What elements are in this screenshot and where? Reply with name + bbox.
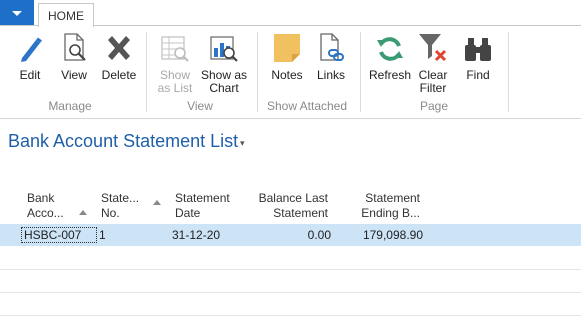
refresh-label: Refresh bbox=[368, 68, 412, 82]
column-header-statement-ending-balance[interactable]: Statement Ending B... bbox=[340, 191, 420, 221]
title-dropdown-icon[interactable]: ▾ bbox=[240, 138, 245, 149]
cell-statement-ending-balance[interactable]: 179,098.90 bbox=[340, 228, 423, 242]
ribbon-separator bbox=[360, 32, 361, 112]
links-button[interactable]: Links bbox=[313, 32, 349, 82]
page-title[interactable]: Bank Account Statement List bbox=[8, 131, 238, 152]
notes-button[interactable]: Notes bbox=[268, 32, 306, 82]
edit-button[interactable]: Edit bbox=[12, 32, 48, 82]
column-header-statement-date[interactable]: Statement Date bbox=[175, 191, 230, 221]
sort-ascending-icon bbox=[79, 210, 87, 215]
clear-filter-button[interactable]: Clear Filter bbox=[414, 32, 452, 95]
ribbon-separator bbox=[257, 32, 258, 112]
show-as-chart-button[interactable]: Show as Chart bbox=[200, 32, 248, 95]
ribbon: Edit View Delete Manage Show as List Sho… bbox=[0, 25, 581, 119]
group-label-show-attached: Show Attached bbox=[266, 99, 348, 113]
delete-button[interactable]: Delete bbox=[99, 32, 139, 82]
link-document-icon bbox=[313, 32, 349, 64]
group-label-manage: Manage bbox=[48, 99, 92, 113]
ribbon-separator bbox=[146, 32, 147, 112]
ribbon-separator bbox=[508, 32, 509, 112]
cell-balance-last-statement[interactable]: 0.00 bbox=[260, 228, 331, 242]
ribbon-group-view: Show as List Show as Chart View bbox=[148, 26, 252, 118]
cell-statement-date[interactable]: 31-12-20 bbox=[172, 228, 220, 242]
notes-label: Notes bbox=[271, 68, 303, 82]
clear-filter-icon bbox=[414, 32, 452, 64]
clear-filter-label-line2: Filter bbox=[419, 81, 447, 95]
row-divider bbox=[0, 292, 581, 293]
ribbon-group-show-attached: Notes Links Show Attached bbox=[259, 26, 355, 118]
chart-view-icon bbox=[200, 32, 248, 64]
ribbon-group-manage: Edit View Delete Manage bbox=[0, 26, 140, 118]
chevron-down-icon bbox=[12, 10, 22, 16]
view-document-icon bbox=[56, 32, 92, 64]
note-icon bbox=[268, 32, 306, 64]
links-label: Links bbox=[316, 68, 345, 82]
show-as-chart-label-line2: Chart bbox=[209, 81, 239, 95]
row-divider bbox=[0, 315, 581, 316]
top-bar: HOME bbox=[0, 0, 581, 27]
find-label: Find bbox=[466, 68, 490, 82]
group-label-view: View bbox=[187, 99, 213, 113]
view-button[interactable]: View bbox=[56, 32, 92, 82]
cell-statement-no[interactable]: 1 bbox=[99, 228, 106, 242]
refresh-icon bbox=[367, 32, 413, 64]
delete-label: Delete bbox=[101, 68, 137, 82]
view-label: View bbox=[61, 68, 87, 82]
list-view-icon bbox=[154, 32, 196, 64]
find-button[interactable]: Find bbox=[460, 32, 496, 82]
group-label-page: Page bbox=[419, 99, 449, 113]
delete-x-icon bbox=[99, 32, 139, 64]
column-header-statement-no[interactable]: State... No. bbox=[101, 191, 139, 221]
row-divider bbox=[0, 269, 581, 270]
binoculars-icon bbox=[460, 32, 496, 64]
pencil-icon bbox=[12, 32, 48, 64]
refresh-button[interactable]: Refresh bbox=[367, 32, 413, 82]
table-row[interactable]: HSBC-007 1 31-12-20 0.00 179,098.90 bbox=[0, 224, 581, 246]
sort-ascending-icon bbox=[153, 200, 161, 205]
show-as-list-label-line2: as List bbox=[157, 81, 193, 95]
column-header-bank-account[interactable]: Bank Acco... bbox=[27, 191, 64, 221]
cell-bank-account[interactable]: HSBC-007 bbox=[21, 227, 97, 243]
column-header-balance-last-statement[interactable]: Balance Last Statement bbox=[240, 191, 328, 221]
edit-label: Edit bbox=[19, 68, 41, 82]
ribbon-group-page: Refresh Clear Filter Find Page bbox=[362, 26, 506, 118]
show-as-list-button[interactable]: Show as List bbox=[154, 32, 196, 95]
tab-home[interactable]: HOME bbox=[38, 3, 94, 27]
application-menu-button[interactable] bbox=[0, 0, 34, 26]
